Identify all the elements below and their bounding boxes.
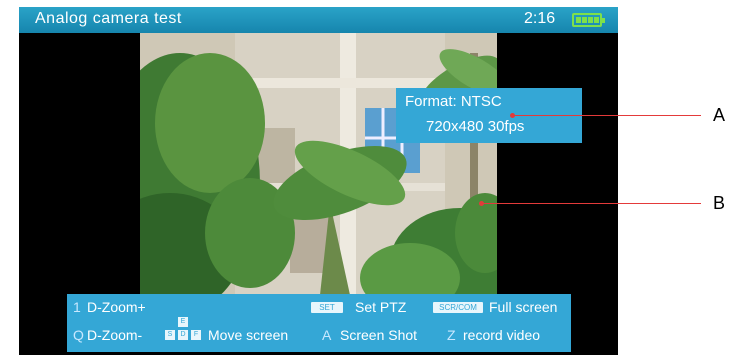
set-ptz-button[interactable]: Set PTZ	[355, 299, 406, 315]
callout-a-line	[513, 115, 701, 116]
zoom-in-key: 1	[73, 299, 81, 315]
key-d-icon: D	[178, 330, 188, 340]
shortcut-bar: 1 D-Zoom+ SET Set PTZ SCR/COM Full scree…	[67, 294, 571, 352]
callout-a-label: A	[713, 105, 726, 125]
key-s-icon: S	[165, 330, 175, 340]
camera-feed-image	[140, 33, 497, 295]
zoom-in-button[interactable]: D-Zoom+	[87, 299, 146, 315]
key-e-icon: E	[178, 317, 188, 327]
video-format-text: Format: NTSC	[405, 93, 502, 110]
key-f-icon: F	[191, 330, 201, 340]
record-video-button[interactable]: record video	[463, 327, 540, 343]
screenshot-button[interactable]: Screen Shot	[340, 327, 417, 343]
video-preview[interactable]	[140, 33, 497, 295]
record-key: Z	[447, 327, 456, 343]
battery-full-icon	[572, 13, 605, 27]
callout-b-line	[482, 203, 701, 204]
scr-com-key-badge: SCR/COM	[433, 302, 483, 313]
fullscreen-button[interactable]: Full screen	[489, 299, 557, 315]
zoom-out-key: Q	[73, 327, 84, 343]
screenshot-key: A	[322, 327, 332, 343]
set-key-badge: SET	[311, 302, 343, 313]
move-screen-button[interactable]: Move screen	[208, 327, 288, 343]
title-bar: Analog camera test 2:16	[19, 7, 618, 33]
clock: 2:16	[524, 10, 556, 27]
app-title: Analog camera test	[35, 10, 182, 27]
resolution-text: 720x480 30fps	[426, 118, 525, 135]
callout-b-label: B	[713, 193, 726, 213]
device-screen: Analog camera test 2:16 Format: NTSC 720…	[19, 7, 618, 355]
zoom-out-button[interactable]: D-Zoom-	[87, 327, 142, 343]
